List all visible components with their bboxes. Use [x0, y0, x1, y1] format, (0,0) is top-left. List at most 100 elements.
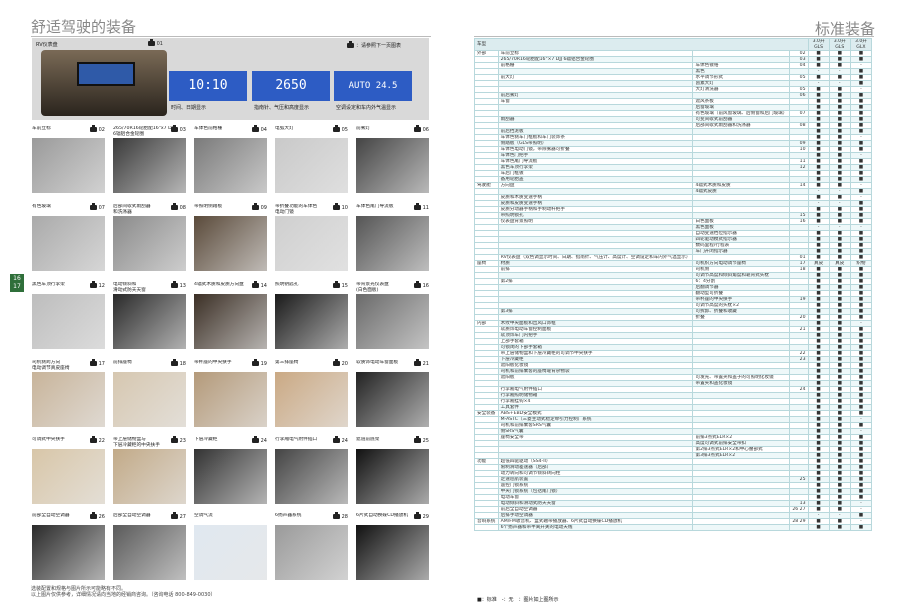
rv-label: RV仪表盘: [36, 42, 58, 48]
feature-tile: 电弧大灯 05: [275, 125, 348, 193]
compass-caption: 指南针、气压和高度显示: [254, 105, 310, 111]
tile-photo-number: 23: [171, 436, 186, 444]
camera-icon: [252, 281, 260, 288]
feature-photo: [275, 216, 348, 271]
feature-tile: 可调式中央扶手 22: [32, 436, 105, 504]
feature-photo: [275, 294, 348, 349]
tile-photo-number: 29: [414, 512, 429, 520]
camera-icon: [333, 436, 341, 443]
availability-cell: ■: [828, 524, 851, 531]
tile-photo-number: 02: [90, 125, 105, 133]
feature-photo: [32, 138, 105, 193]
photo-ref-cell: [789, 524, 809, 531]
divider: [474, 36, 874, 37]
feature-tile: 后部全自动空调器 27: [113, 512, 186, 580]
feature-tile: 司机侧跨方向 电动调节真皮座椅 17: [32, 359, 105, 427]
table-row: 6个扬声器和带半离开关的电动天线 ■ ■ ■: [474, 524, 873, 531]
rv-note: ：请参照下一页图表: [347, 41, 401, 49]
feature-photo: [113, 216, 186, 271]
tile-photo-number: 28: [333, 512, 348, 520]
feature-tile: 车前立标 02: [32, 125, 105, 193]
dashboard-screen: [77, 62, 135, 86]
tile-photo-number: 09: [252, 203, 267, 211]
model-header: 3.0升 GLS: [807, 38, 830, 51]
camera-icon: [171, 281, 179, 288]
feature-photo: [356, 138, 429, 193]
feature-photo: [113, 525, 186, 580]
camera-icon: [171, 436, 179, 443]
feature-photo: [275, 449, 348, 504]
category-cell: 安全装备: [474, 410, 499, 417]
spec-table: 车型 3.0升 GLS 3.0升 GLS 3.0升 GLX 外部 车前立标 02 ■ ■ ■ 265…: [474, 38, 873, 531]
compass-display: 2650: [252, 71, 330, 101]
feature-photo: [194, 216, 267, 271]
tile-photo-number: 25: [414, 436, 429, 444]
camera-icon: [333, 203, 341, 210]
camera-icon: [252, 125, 260, 132]
feature-photo: [32, 449, 105, 504]
feature-photo: [356, 525, 429, 580]
clock-display: 10:10: [169, 71, 247, 101]
header-cell: 车型: [474, 38, 809, 51]
camera-icon: [414, 512, 422, 519]
feature-photo: [194, 449, 267, 504]
tile-photo-number: 14: [252, 281, 267, 289]
camera-icon: [333, 359, 341, 366]
feature-photo: [32, 294, 105, 349]
tile-photo-number: 13: [171, 281, 186, 289]
feature-tile: 空调气流: [194, 513, 267, 580]
camera-icon: [333, 281, 341, 288]
feature-photo: [194, 138, 267, 193]
feature-photo: [194, 294, 267, 349]
camera-icon: [347, 41, 355, 48]
feature-tile: 6扬声器系统 28: [275, 512, 348, 580]
item-cell: RV仪表盘（双色调显示时间、日期、指南针、气压计、高度计、空调设定和车内外气温显…: [497, 254, 694, 261]
camera-icon: [333, 512, 341, 519]
feature-photo: [275, 525, 348, 580]
tile-photo-number: 24: [252, 436, 267, 444]
camera-icon: [90, 359, 98, 366]
tile-photo-number: 18: [171, 359, 186, 367]
feature-tile: 带照明侧踏板 09: [194, 203, 267, 271]
tile-photo-number: 21: [414, 359, 429, 367]
camera-icon: [252, 359, 260, 366]
clock-caption: 时间、日期显示: [171, 105, 207, 111]
feature-photo: [275, 138, 348, 193]
tile-photo-number: 10: [333, 203, 348, 211]
tile-photo-number: 20: [333, 359, 348, 367]
feature-photo: [275, 372, 348, 427]
camera-icon: [90, 512, 98, 519]
feature-tile: 照明钥匙孔 15: [275, 281, 348, 349]
rv-photo-number: 01: [148, 39, 163, 47]
camera-icon: [333, 125, 341, 132]
tile-photo-number: 08: [171, 203, 186, 211]
feature-photo: [113, 138, 186, 193]
page-number: 16 17: [10, 274, 24, 292]
tile-photo-number: 24: [333, 436, 348, 444]
tile-photo-number: 04: [252, 125, 267, 133]
availability-cell: ■: [807, 524, 830, 531]
tile-photo-number: 15: [333, 281, 348, 289]
camera-icon: [414, 203, 422, 210]
feature-photo: [32, 525, 105, 580]
tile-photo-number: 07: [90, 203, 105, 211]
tile-photo-number: 19: [252, 359, 267, 367]
feature-tile: 黑色车顶行李架 12: [32, 281, 105, 349]
feature-photo: [32, 216, 105, 271]
tile-photo-number: 22: [90, 436, 105, 444]
feature-tile: 第三排座椅 20: [275, 359, 348, 427]
tile-photo-number: 06: [414, 125, 429, 133]
feature-tile: 后部间歇式雨刮器 和洗涤器 08: [113, 203, 186, 271]
feature-photo: [32, 372, 105, 427]
camera-icon: [414, 436, 422, 443]
camera-icon: [171, 512, 179, 519]
legend: ■：标准 -：无 ：图片如上图所示: [477, 597, 559, 603]
category-cell: [474, 524, 499, 531]
tile-photo-number: 03: [171, 125, 186, 133]
feature-tile: 带背景光仪表盘 (白色面板) 16: [356, 281, 429, 349]
camera-icon: [90, 436, 98, 443]
tile-photo-number: 16: [414, 281, 429, 289]
subitem-cell: [692, 524, 791, 531]
aircon-caption: 空调设定和车内外气温显示: [336, 105, 397, 111]
feature-tile: 带折叠功能的车体色 电动门镜 10: [275, 203, 348, 271]
